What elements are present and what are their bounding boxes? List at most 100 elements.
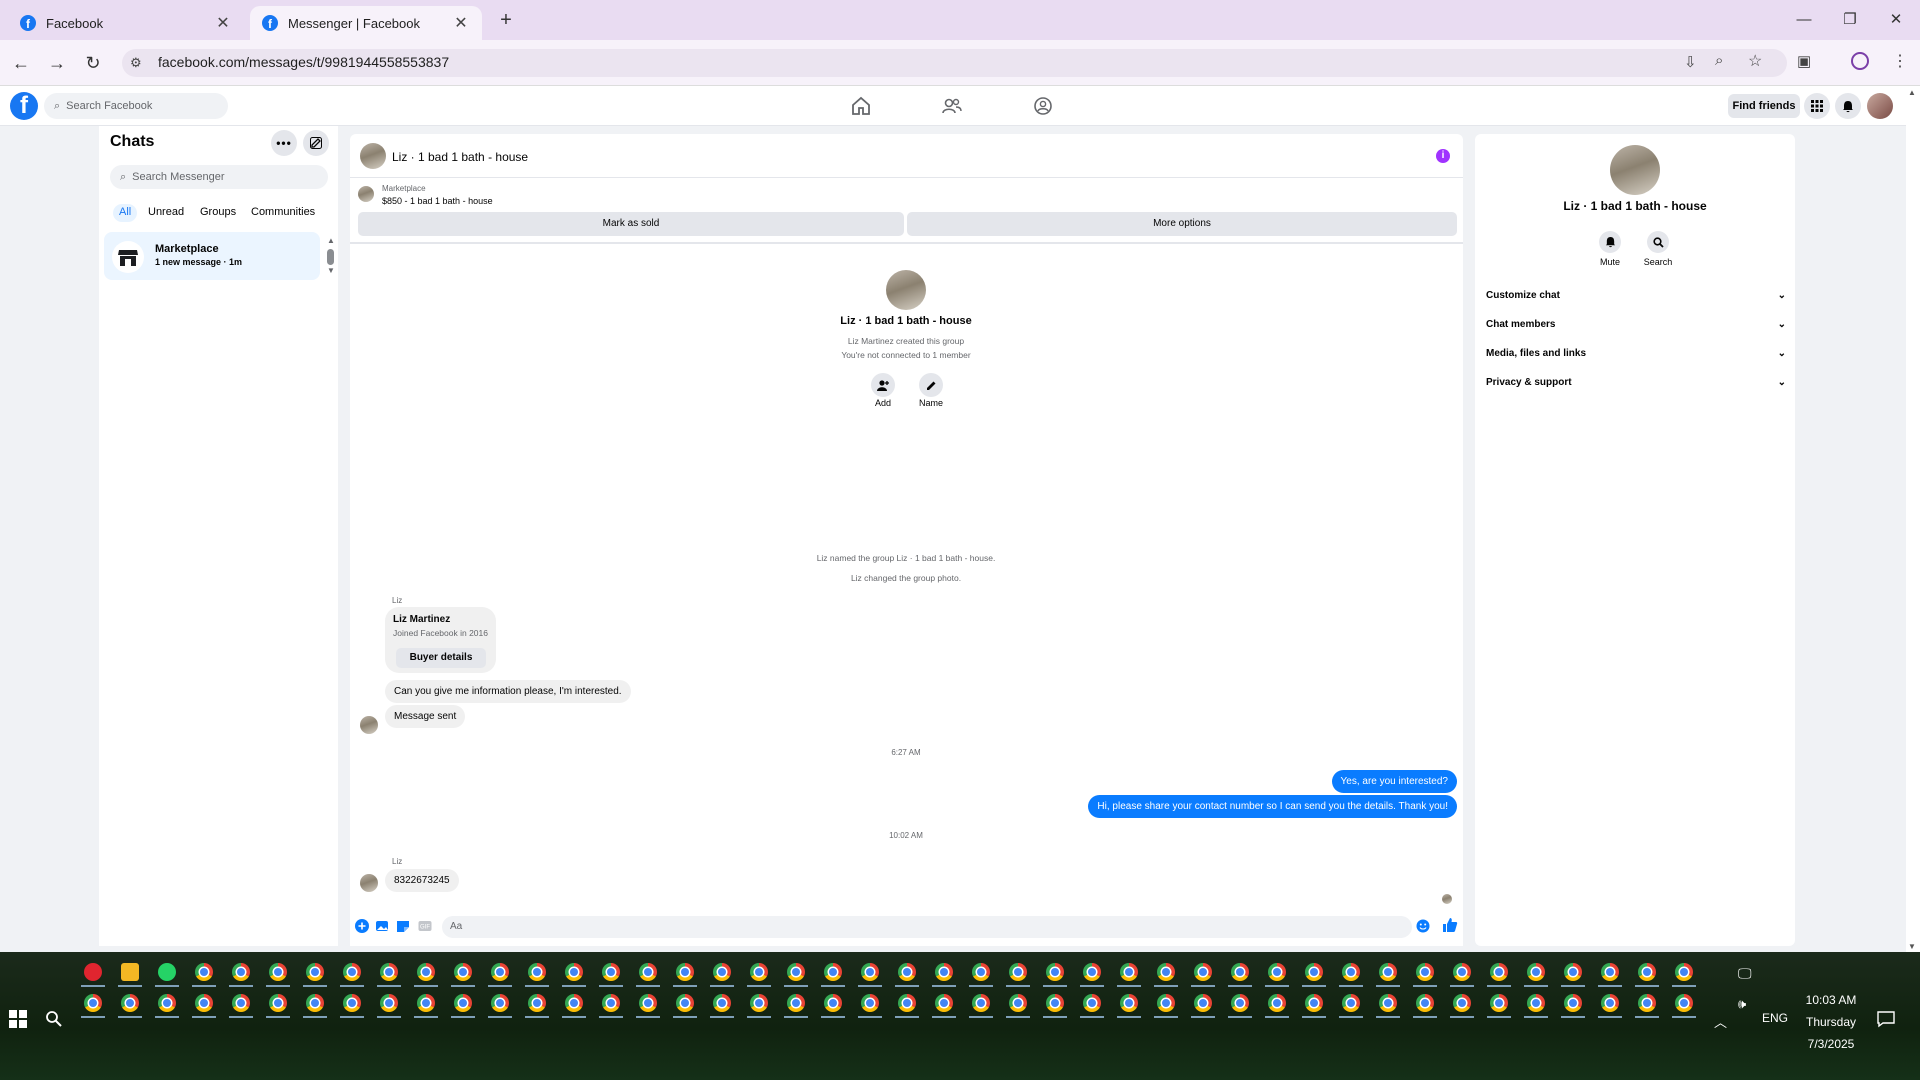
chat-options-icon[interactable]: ••• <box>271 130 297 156</box>
add-member-button[interactable] <box>871 373 895 397</box>
chrome-window-icon[interactable] <box>84 994 102 1012</box>
chrome-window-icon[interactable] <box>1231 963 1249 981</box>
section-privacy-support[interactable]: Privacy & support ⌄ <box>1486 377 1786 388</box>
restore-icon[interactable]: ❐ <box>1830 8 1870 32</box>
page-scroll-up-icon[interactable]: ▲ <box>1908 88 1916 97</box>
friends-icon[interactable] <box>941 96 963 116</box>
messenger-search-input[interactable]: ⌕ Search Messenger <box>110 165 328 189</box>
chrome-window-icon[interactable] <box>1305 994 1323 1012</box>
chrome-window-icon[interactable] <box>972 994 990 1012</box>
chrome-window-icon[interactable] <box>787 994 805 1012</box>
chrome-window-icon[interactable] <box>380 963 398 981</box>
chrome-window-icon[interactable] <box>750 963 768 981</box>
new-tab-icon[interactable]: + <box>494 8 518 32</box>
language-indicator[interactable]: ENG <box>1762 1011 1788 1025</box>
notification-center-icon[interactable] <box>1877 1010 1895 1028</box>
menu-grid-icon[interactable] <box>1804 93 1830 119</box>
chrome-window-icon[interactable] <box>491 994 509 1012</box>
chrome-window-icon[interactable] <box>750 994 768 1012</box>
chrome-window-icon[interactable] <box>1157 994 1175 1012</box>
install-app-icon[interactable]: ⇩ <box>1684 53 1697 71</box>
video-app-icon[interactable] <box>84 963 102 981</box>
chrome-window-icon[interactable] <box>1564 963 1582 981</box>
chrome-window-icon[interactable] <box>1268 994 1286 1012</box>
chrome-window-icon[interactable] <box>1194 963 1212 981</box>
mute-button[interactable] <box>1599 231 1621 253</box>
chrome-window-icon[interactable] <box>528 994 546 1012</box>
notifications-bell-icon[interactable] <box>1835 93 1861 119</box>
chrome-window-icon[interactable] <box>306 963 324 981</box>
file-explorer-icon[interactable] <box>121 963 139 981</box>
chrome-window-icon[interactable] <box>713 963 731 981</box>
section-customize-chat[interactable]: Customize chat ⌄ <box>1486 290 1786 301</box>
reload-icon[interactable]: ↻ <box>80 50 106 76</box>
chrome-window-icon[interactable] <box>1083 994 1101 1012</box>
filter-communities[interactable]: Communities <box>245 204 321 222</box>
chrome-window-icon[interactable] <box>417 963 435 981</box>
profile-icon[interactable] <box>1851 52 1869 70</box>
bookmark-star-icon[interactable]: ☆ <box>1748 51 1762 71</box>
chrome-window-icon[interactable] <box>565 963 583 981</box>
more-options-button[interactable]: More options <box>907 212 1457 236</box>
chrome-window-icon[interactable] <box>1638 994 1656 1012</box>
chrome-window-icon[interactable] <box>1490 994 1508 1012</box>
chrome-window-icon[interactable] <box>306 994 324 1012</box>
chrome-window-icon[interactable] <box>269 994 287 1012</box>
gif-icon[interactable]: GIF <box>418 919 432 933</box>
conversation-avatar[interactable] <box>360 143 386 169</box>
chrome-window-icon[interactable] <box>1527 963 1545 981</box>
scroll-down-icon[interactable]: ▼ <box>327 266 335 275</box>
chrome-window-icon[interactable] <box>380 994 398 1012</box>
incoming-message[interactable]: Message sent <box>385 705 466 728</box>
chrome-window-icon[interactable] <box>1490 963 1508 981</box>
chrome-window-icon[interactable] <box>1453 994 1471 1012</box>
chrome-window-icon[interactable] <box>861 963 879 981</box>
chrome-window-icon[interactable] <box>195 994 213 1012</box>
clock[interactable]: 10:03 AM Thursday 7/3/2025 <box>1786 989 1876 1055</box>
chrome-window-icon[interactable] <box>972 963 990 981</box>
chrome-window-icon[interactable] <box>1157 963 1175 981</box>
filter-unread[interactable]: Unread <box>142 204 190 222</box>
buyer-details-button[interactable]: Buyer details <box>396 648 486 668</box>
info-icon[interactable]: i <box>1436 149 1450 163</box>
chrome-window-icon[interactable] <box>1342 994 1360 1012</box>
listing-title[interactable]: $850 - 1 bad 1 bath - house <box>382 196 493 206</box>
search-conversation-button[interactable] <box>1647 231 1669 253</box>
chrome-window-icon[interactable] <box>713 994 731 1012</box>
chrome-window-icon[interactable] <box>602 994 620 1012</box>
message-input[interactable]: Aa <box>442 916 1412 938</box>
mark-as-sold-button[interactable]: Mark as sold <box>358 212 904 236</box>
volume-icon[interactable]: 🕪 <box>1738 996 1746 1012</box>
conversation-title[interactable]: Liz · 1 bad 1 bath - house <box>392 150 528 164</box>
chrome-window-icon[interactable] <box>454 963 472 981</box>
chrome-window-icon[interactable] <box>787 963 805 981</box>
chrome-window-icon[interactable] <box>232 994 250 1012</box>
chrome-window-icon[interactable] <box>824 994 842 1012</box>
chrome-window-icon[interactable] <box>232 963 250 981</box>
side-panel-icon[interactable]: ▣ <box>1797 52 1811 70</box>
close-tab-icon[interactable]: ✕ <box>214 13 232 33</box>
chrome-window-icon[interactable] <box>1379 963 1397 981</box>
rename-button[interactable] <box>919 373 943 397</box>
show-hidden-icons[interactable]: ︿ <box>1714 1012 1727 1031</box>
home-icon[interactable] <box>850 96 872 116</box>
chrome-window-icon[interactable] <box>343 994 361 1012</box>
chrome-window-icon[interactable] <box>935 963 953 981</box>
chrome-window-icon[interactable] <box>528 963 546 981</box>
back-icon[interactable]: ← <box>8 50 34 76</box>
taskbar-search-icon[interactable] <box>45 1010 63 1028</box>
chrome-window-icon[interactable] <box>454 994 472 1012</box>
close-window-icon[interactable]: ✕ <box>1876 8 1916 32</box>
new-message-icon[interactable] <box>303 130 329 156</box>
url-text[interactable]: facebook.com/messages/t/9981944558553837 <box>158 54 449 70</box>
chrome-window-icon[interactable] <box>158 994 176 1012</box>
sender-avatar[interactable] <box>360 716 378 734</box>
chrome-window-icon[interactable] <box>898 994 916 1012</box>
info-avatar[interactable] <box>1610 145 1660 195</box>
page-scrollbar[interactable] <box>1906 86 1920 952</box>
chrome-window-icon[interactable] <box>1268 963 1286 981</box>
tab-facebook[interactable]: f Facebook ✕ <box>8 6 244 40</box>
chrome-window-icon[interactable] <box>1453 963 1471 981</box>
chrome-window-icon[interactable] <box>1194 994 1212 1012</box>
section-media-files-links[interactable]: Media, files and links ⌄ <box>1486 348 1786 359</box>
